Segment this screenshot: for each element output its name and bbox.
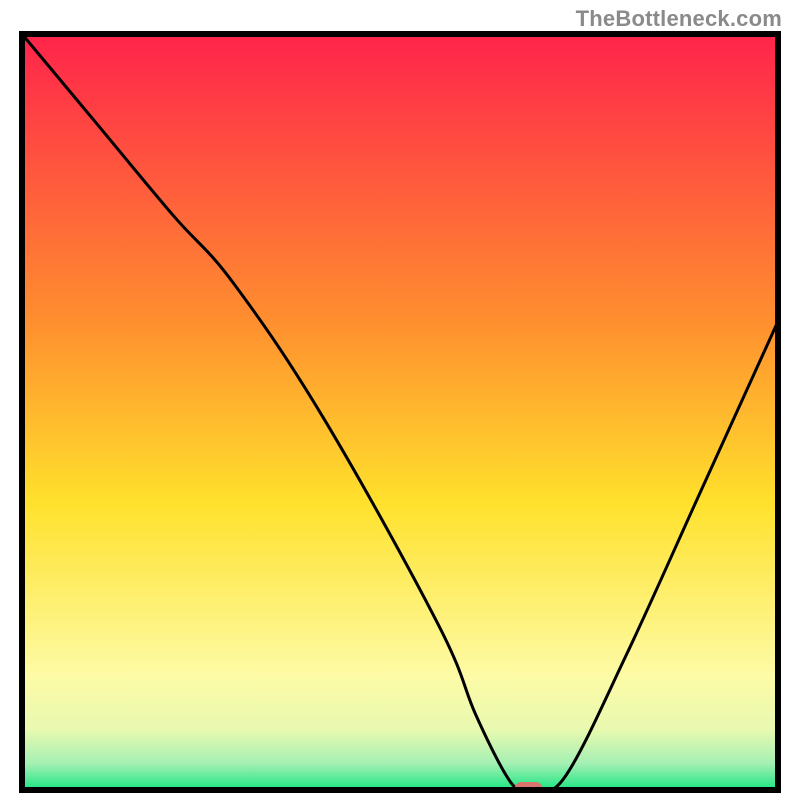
chart-background [22,34,778,790]
chart-container: TheBottleneck.com [0,0,800,800]
bottleneck-chart [0,0,800,800]
